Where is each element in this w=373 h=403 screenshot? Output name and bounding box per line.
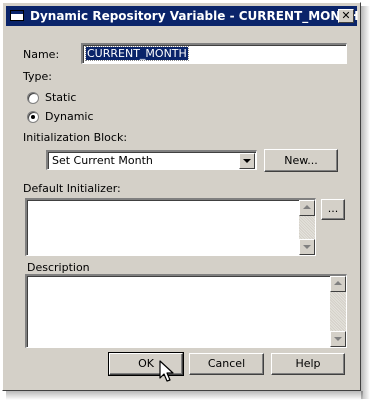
new-button[interactable]: New... <box>264 149 338 172</box>
scroll-up-icon <box>334 281 342 285</box>
init-block-label: Initialization Block: <box>23 131 128 144</box>
init-block-select[interactable]: Set Current Month <box>46 150 257 170</box>
radio-static[interactable] <box>27 92 39 104</box>
scroll-down-icon <box>303 245 311 249</box>
description-textarea[interactable] <box>25 274 347 348</box>
name-input[interactable]: CURRENT_MONTH <box>81 43 347 64</box>
radio-dynamic[interactable] <box>27 111 39 123</box>
scroll-down-icon <box>334 337 342 341</box>
name-label: Name: <box>23 48 60 61</box>
cancel-button[interactable]: Cancel <box>189 353 264 375</box>
close-icon: ✕ <box>341 9 351 22</box>
title-bar[interactable]: Dynamic Repository Variable - CURRENT_MO… <box>6 6 359 26</box>
radio-selected-dot <box>31 115 35 119</box>
ellipsis-button[interactable]: ... <box>321 199 345 220</box>
window-icon <box>10 10 24 21</box>
name-input-value: CURRENT_MONTH <box>85 46 189 61</box>
window-title: Dynamic Repository Variable - CURRENT_MO… <box>30 9 359 23</box>
chevron-down-icon <box>243 159 251 163</box>
dropdown-button[interactable] <box>239 153 255 169</box>
scroll-down-button[interactable] <box>299 239 315 255</box>
scroll-up-button[interactable] <box>299 200 315 216</box>
window-shadow-bottom <box>6 391 363 400</box>
description-scrollbar[interactable] <box>330 276 346 347</box>
dialog-window: Dynamic Repository Variable - CURRENT_MO… <box>2 2 361 391</box>
radio-static-label[interactable]: Static <box>45 91 76 104</box>
help-button[interactable]: Help <box>271 353 345 375</box>
scroll-up-button[interactable] <box>330 276 346 292</box>
default-initializer-textarea[interactable] <box>25 198 316 256</box>
default-initializer-scrollbar[interactable] <box>299 200 315 255</box>
mouse-pointer-icon <box>159 360 174 382</box>
scroll-up-icon <box>303 205 311 209</box>
scroll-down-button[interactable] <box>330 331 346 347</box>
description-label: Description <box>27 261 90 274</box>
default-initializer-label: Default Initializer: <box>23 182 121 195</box>
window-shadow-right <box>361 6 370 399</box>
radio-dynamic-label[interactable]: Dynamic <box>45 110 94 123</box>
close-button[interactable]: ✕ <box>338 9 354 23</box>
type-label: Type: <box>23 70 52 83</box>
init-block-value: Set Current Month <box>52 154 153 167</box>
